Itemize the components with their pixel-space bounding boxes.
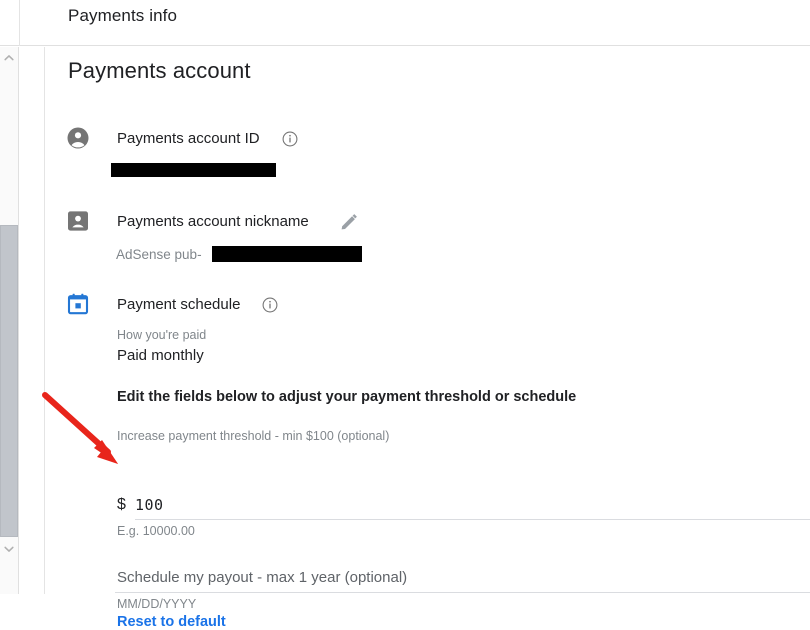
payments-account-id-redacted-value: [111, 163, 276, 177]
increase-threshold-label: Increase payment threshold - min $100 (o…: [117, 429, 390, 443]
contact-badge-icon: [66, 209, 90, 233]
payments-account-id-label: Payments account ID: [117, 130, 260, 147]
how-youre-paid-label: How you're paid: [117, 328, 207, 342]
threshold-input-underline: [135, 519, 810, 520]
page-title: Payments account: [68, 58, 251, 83]
nickname-redacted-value: [212, 246, 362, 262]
payout-date-input-underline: [115, 592, 810, 593]
calendar-icon: [66, 292, 90, 316]
account-circle-icon: [66, 126, 90, 150]
threshold-amount-input[interactable]: 100: [135, 496, 164, 514]
payments-account-id-info-icon[interactable]: [282, 131, 298, 147]
vertical-scrollbar[interactable]: [0, 47, 19, 594]
reset-to-default-link[interactable]: Reset to default: [117, 614, 226, 630]
edit-nickname-pencil-icon[interactable]: [340, 213, 358, 231]
top-bar-divider: [19, 0, 20, 46]
edit-fields-instructions: Edit the fields below to adjust your pay…: [117, 389, 577, 405]
schedule-payout-label[interactable]: Schedule my payout - max 1 year (optiona…: [117, 569, 407, 586]
threshold-currency-symbol: $: [117, 496, 126, 513]
nickname-value-prefix: AdSense pub-: [116, 247, 202, 262]
threshold-example-hint: E.g. 10000.00: [117, 524, 195, 538]
page-breadcrumb-title: Payments info: [68, 6, 178, 25]
payment-schedule-info-icon[interactable]: [262, 297, 278, 313]
scrollbar-down-arrow-icon[interactable]: [0, 540, 18, 558]
how-youre-paid-value: Paid monthly: [117, 347, 204, 364]
scrollbar-up-arrow-icon[interactable]: [0, 49, 18, 67]
scrollbar-thumb[interactable]: [0, 225, 18, 537]
payments-account-nickname-label: Payments account nickname: [117, 213, 309, 230]
payout-date-format-hint: MM/DD/YYYY: [117, 597, 197, 611]
payments-account-panel: Payments account Payments account ID Pay…: [45, 47, 810, 630]
top-bar: Payments info: [0, 0, 810, 46]
payment-schedule-label: Payment schedule: [117, 296, 241, 313]
